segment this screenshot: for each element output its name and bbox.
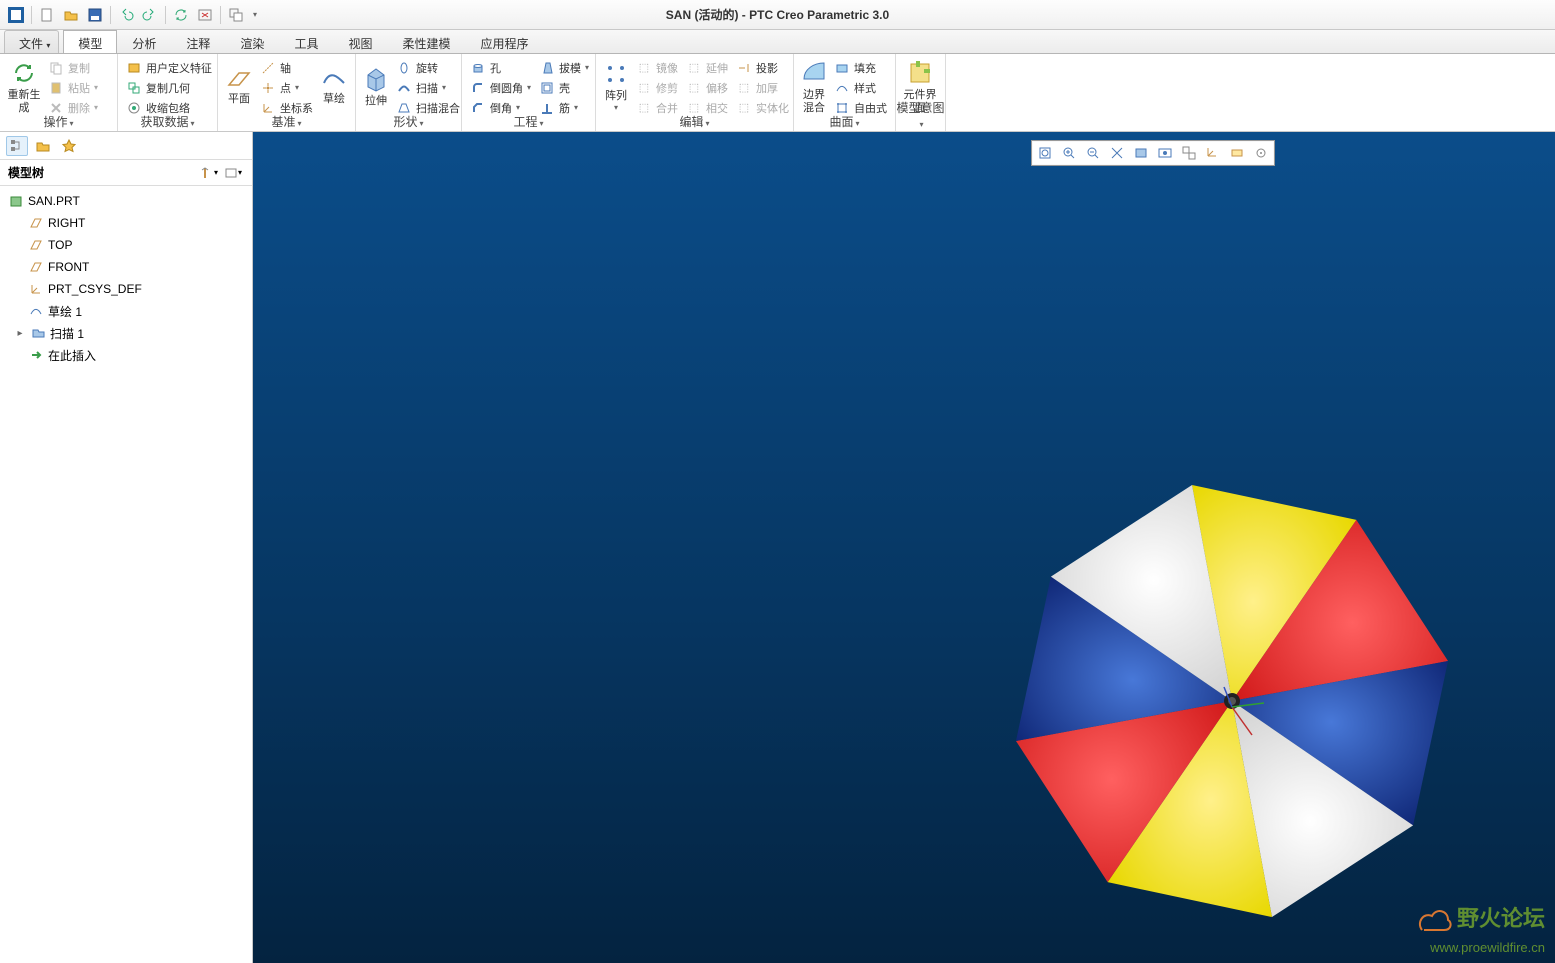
model-tree: SAN.PRT RIGHT TOP FRONT PRT_CSYS_DEF 草绘 …	[0, 186, 252, 370]
main-area: 模型树 ▾ ▾ SAN.PRT RIGHT TOP FRONT PRT_CSYS…	[0, 132, 1555, 963]
windows-icon[interactable]	[224, 4, 248, 26]
revolve-button[interactable]: 旋转	[392, 58, 464, 77]
app-icon[interactable]	[4, 4, 28, 26]
tree-header: 模型树	[8, 164, 44, 181]
tree-settings-icon[interactable]: ▾	[198, 163, 220, 183]
window-title: SAN (活动的) - PTC Creo Parametric 3.0	[666, 6, 889, 23]
tree-plane-right[interactable]: RIGHT	[0, 212, 252, 234]
sweep-button[interactable]: 扫描▾	[392, 78, 464, 97]
tab-file[interactable]: 文件 ▾	[4, 30, 59, 53]
boundary-blend-button[interactable]: 边界混合	[798, 56, 830, 117]
spin-center-icon[interactable]	[1249, 142, 1273, 164]
display-style-icon[interactable]	[1129, 142, 1153, 164]
close-window-icon[interactable]	[193, 4, 217, 26]
watermark: 野火论坛 www.proewildfire.cn	[1414, 901, 1545, 955]
save-icon[interactable]	[83, 4, 107, 26]
tab-flex[interactable]: 柔性建模	[387, 30, 465, 53]
axis-button[interactable]: 轴	[256, 58, 317, 77]
tree-csys[interactable]: PRT_CSYS_DEF	[0, 278, 252, 300]
graphics-area[interactable]: 野火论坛 www.proewildfire.cn	[253, 132, 1555, 963]
tab-apps[interactable]: 应用程序	[465, 30, 543, 53]
paste-button[interactable]: 粘贴▾	[44, 78, 102, 97]
tree-root[interactable]: SAN.PRT	[0, 190, 252, 212]
datum-display-icon[interactable]	[1201, 142, 1225, 164]
plane-button[interactable]: 平面	[222, 56, 256, 117]
sketch-button[interactable]: 草绘	[317, 56, 351, 117]
tree-insert-here[interactable]: 在此插入	[0, 344, 252, 366]
qat-dropdown-icon[interactable]: ▾	[248, 4, 262, 26]
regenerate-button[interactable]: 重新生成	[4, 56, 44, 117]
ribbon-tabs: 文件 ▾ 模型 分析 注释 渲染 工具 视图 柔性建模 应用程序	[0, 30, 1555, 54]
fill-button[interactable]: 填充	[830, 58, 891, 77]
quick-access-toolbar: ▾ SAN (活动的) - PTC Creo Parametric 3.0	[0, 0, 1555, 30]
model-tree-panel: 模型树 ▾ ▾ SAN.PRT RIGHT TOP FRONT PRT_CSYS…	[0, 132, 253, 963]
tree-sweep[interactable]: ▸扫描 1	[0, 322, 252, 344]
draft-button[interactable]: 拔模▾	[535, 58, 593, 77]
tree-plane-top[interactable]: TOP	[0, 234, 252, 256]
tree-tab-icon[interactable]	[6, 136, 28, 156]
refit-icon[interactable]	[1033, 142, 1057, 164]
undo-icon[interactable]	[114, 4, 138, 26]
offset-button[interactable]: ⬚偏移	[682, 78, 732, 97]
udf-button[interactable]: 用户定义特征	[122, 58, 216, 77]
tab-analysis[interactable]: 分析	[117, 30, 171, 53]
saved-views-icon[interactable]	[1153, 142, 1177, 164]
favorites-tab-icon[interactable]	[58, 136, 80, 156]
tab-tools[interactable]: 工具	[279, 30, 333, 53]
copygeom-button[interactable]: 复制几何	[122, 78, 216, 97]
redo-icon[interactable]	[138, 4, 162, 26]
extrude-button[interactable]: 拉伸	[360, 56, 392, 117]
mirror-button[interactable]: ⬚镜像	[632, 58, 682, 77]
tree-sketch[interactable]: 草绘 1	[0, 300, 252, 322]
view-toolbar	[1031, 140, 1275, 166]
tree-show-icon[interactable]: ▾	[222, 163, 244, 183]
point-button[interactable]: 点▾	[256, 78, 317, 97]
zoom-out-icon[interactable]	[1081, 142, 1105, 164]
tab-view[interactable]: 视图	[333, 30, 387, 53]
zoom-in-icon[interactable]	[1057, 142, 1081, 164]
extend-button[interactable]: ⬚延伸	[682, 58, 732, 77]
style-button[interactable]: 样式	[830, 78, 891, 97]
folder-tab-icon[interactable]	[32, 136, 54, 156]
trim-button[interactable]: ⬚修剪	[632, 78, 682, 97]
tab-annotate[interactable]: 注释	[171, 30, 225, 53]
pattern-button[interactable]: 阵列▾	[600, 56, 632, 117]
ribbon: 重新生成 复制 粘贴▾ 删除▾ 操作 用户定义特征 复制几何 收缩包络 获取数据…	[0, 54, 1555, 132]
tree-plane-front[interactable]: FRONT	[0, 256, 252, 278]
tab-model[interactable]: 模型	[63, 30, 117, 53]
round-button[interactable]: 倒圆角▾	[466, 78, 535, 97]
copy-button[interactable]: 复制	[44, 58, 102, 77]
tab-render[interactable]: 渲染	[225, 30, 279, 53]
hole-button[interactable]: 孔	[466, 58, 535, 77]
view-manager-icon[interactable]	[1177, 142, 1201, 164]
repaint-icon[interactable]	[1105, 142, 1129, 164]
regen-icon[interactable]	[169, 4, 193, 26]
annotation-display-icon[interactable]	[1225, 142, 1249, 164]
model-umbrella	[993, 462, 1471, 940]
new-icon[interactable]	[35, 4, 59, 26]
open-icon[interactable]	[59, 4, 83, 26]
thicken-button[interactable]: ⬚加厚	[732, 78, 793, 97]
shell-button[interactable]: 壳	[535, 78, 593, 97]
project-button[interactable]: 投影	[732, 58, 793, 77]
